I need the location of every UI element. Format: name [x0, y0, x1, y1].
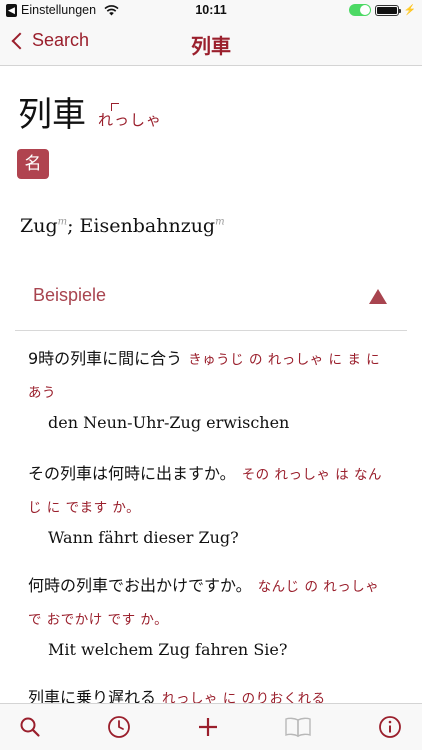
- examples-label: Beispiele: [33, 285, 107, 305]
- lock-rotation-toggle-icon: [348, 4, 371, 16]
- page-title: 列車: [191, 34, 231, 58]
- tab-flashcards[interactable]: [278, 704, 318, 750]
- book-icon: [285, 717, 311, 738]
- gender-marker-1: m: [57, 216, 68, 228]
- search-icon: [20, 717, 40, 737]
- headword: 列車: [18, 95, 86, 135]
- example-translation: Wann fährt dieser Zug?: [48, 528, 239, 547]
- pitch-accent-mark: [111, 103, 119, 111]
- definition-separator: ;: [67, 215, 80, 237]
- charging-bolt-icon: ⚡: [403, 4, 416, 16]
- tab-add[interactable]: [188, 704, 228, 750]
- example-japanese: その列車は何時に出ますか。: [28, 464, 236, 483]
- headword-row: 列車 れっしゃ: [18, 87, 162, 136]
- reading-text: れっしゃ: [98, 111, 163, 129]
- collapse-triangle-icon[interactable]: [369, 289, 387, 304]
- part-of-speech-badge: 名: [17, 149, 49, 179]
- navigation-bar: Search 列車: [0, 22, 422, 66]
- example-item[interactable]: その列車は何時に出ますか。 その れっしゃ は なんじ に でます か。 Wann…: [28, 458, 392, 547]
- battery-icon: [374, 4, 401, 16]
- example-item[interactable]: 9時の列車に間に合う きゅうじ の れっしゃ に ま に あう den Neun-…: [28, 343, 392, 432]
- definition-word-2: Eisenbahnzug: [79, 215, 216, 237]
- info-icon: [379, 716, 401, 738]
- example-item[interactable]: 列車に乗り遅れる れっしゃ に のりおくれる: [28, 682, 392, 703]
- definition-word-1: Zug: [20, 215, 58, 237]
- example-item[interactable]: 何時の列車でお出かけですか。 なんじ の れっしゃ で おでかけ です か。 Mi…: [28, 570, 392, 659]
- tab-search[interactable]: [10, 704, 50, 750]
- reading: れっしゃ: [98, 103, 163, 130]
- plus-icon: [199, 718, 217, 736]
- example-japanese: 何時の列車でお出かけですか。: [28, 576, 252, 595]
- tab-history[interactable]: [99, 704, 139, 750]
- definition: Zugm; Eisenbahnzugm: [20, 215, 225, 237]
- example-translation: Mit welchem Zug fahren Sie?: [48, 640, 288, 659]
- clock-icon: [108, 716, 130, 738]
- example-translation: den Neun-Uhr-Zug erwischen: [48, 413, 290, 432]
- example-japanese: 9時の列車に間に合う: [28, 349, 183, 368]
- example-reading: れっしゃ に のりおくれる: [162, 691, 326, 703]
- status-bar: ◀ Einstellungen 10:11 ⚡: [0, 0, 422, 22]
- example-japanese: 列車に乗り遅れる: [28, 688, 157, 703]
- tab-info[interactable]: [370, 704, 410, 750]
- tab-bar: [0, 703, 422, 750]
- status-right: ⚡: [348, 4, 416, 16]
- entry-content[interactable]: 列車 れっしゃ 名 Zugm; Eisenbahnzugm Beispiele …: [0, 67, 422, 703]
- gender-marker-2: m: [215, 216, 225, 228]
- examples-section-header[interactable]: Beispiele: [15, 267, 407, 331]
